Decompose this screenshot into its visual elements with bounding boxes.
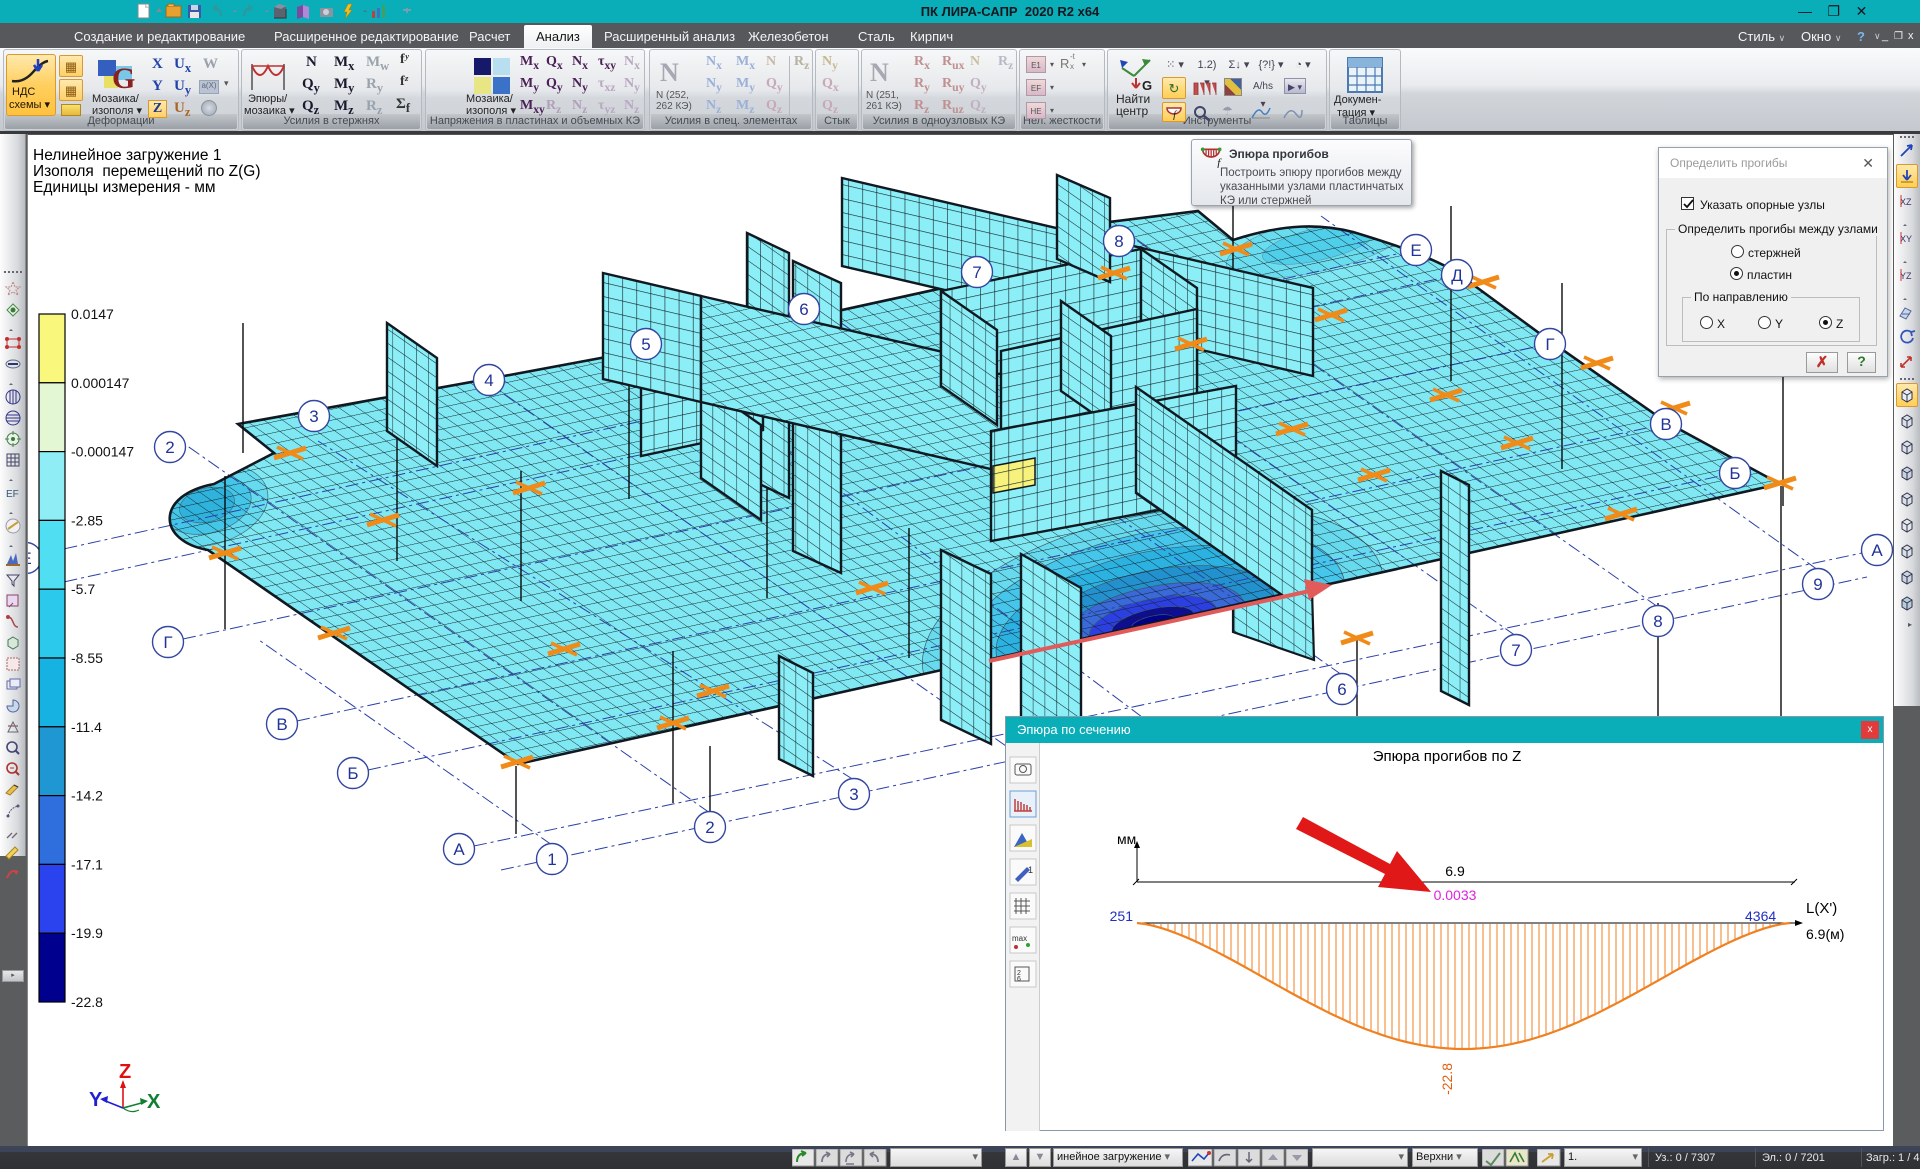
svg-text:4364: 4364 bbox=[1745, 908, 1776, 924]
svg-text:В: В bbox=[276, 715, 287, 734]
svg-text:EF: EF bbox=[6, 489, 19, 500]
svg-text:6.9(м): 6.9(м) bbox=[1806, 926, 1844, 942]
svg-text:7: 7 bbox=[1511, 641, 1520, 660]
svg-text:6: 6 bbox=[1017, 976, 1021, 983]
svg-text:251: 251 bbox=[1110, 908, 1134, 924]
svg-text:Y: Y bbox=[89, 1089, 103, 1111]
svg-text:0.0033: 0.0033 bbox=[1434, 887, 1477, 903]
svg-text:Д: Д bbox=[1451, 266, 1463, 285]
svg-text:-19.9: -19.9 bbox=[71, 925, 103, 941]
svg-text:Б: Б bbox=[347, 764, 358, 783]
svg-text:А: А bbox=[453, 840, 465, 859]
svg-text:G: G bbox=[112, 62, 135, 95]
svg-text:Г: Г bbox=[1545, 335, 1554, 354]
svg-text:1: 1 bbox=[1028, 865, 1033, 875]
svg-text:XY: XY bbox=[1900, 234, 1912, 244]
svg-text:0.0147: 0.0147 bbox=[71, 306, 114, 322]
svg-text:9: 9 bbox=[1813, 575, 1822, 594]
svg-text:Е: Е bbox=[1410, 241, 1421, 260]
svg-text:3: 3 bbox=[849, 785, 858, 804]
svg-text:X: X bbox=[147, 1091, 161, 1113]
svg-text:-2.85: -2.85 bbox=[71, 512, 103, 528]
svg-text:4: 4 bbox=[484, 371, 493, 390]
svg-text:-5.7: -5.7 bbox=[71, 581, 95, 597]
svg-text:YZ: YZ bbox=[1900, 271, 1912, 281]
svg-text:6: 6 bbox=[799, 300, 808, 319]
svg-text:Изополя перемещений по Z(G): Изополя перемещений по Z(G) bbox=[33, 163, 261, 180]
svg-text:-17.1: -17.1 bbox=[71, 856, 103, 872]
svg-text:Б: Б bbox=[1729, 464, 1740, 483]
svg-text:Эпюра прогибов по Z: Эпюра прогибов по Z bbox=[1373, 748, 1522, 765]
svg-text:Нелинейное загружение 1: Нелинейное загружение 1 bbox=[33, 147, 221, 164]
svg-text:-8.55: -8.55 bbox=[71, 650, 103, 666]
svg-text:L(X'): L(X') bbox=[1806, 900, 1837, 917]
svg-text:1: 1 bbox=[547, 850, 556, 869]
svg-text:2: 2 bbox=[705, 818, 714, 837]
svg-text:мм: мм bbox=[1117, 831, 1136, 847]
svg-text:Е: Е bbox=[28, 549, 32, 568]
svg-text:G: G bbox=[1142, 78, 1152, 92]
svg-text:Г: Г bbox=[163, 633, 172, 652]
svg-text:-11.4: -11.4 bbox=[71, 719, 102, 735]
svg-text:-0.000147: -0.000147 bbox=[71, 444, 134, 460]
svg-text:-14.2: -14.2 bbox=[71, 788, 103, 804]
svg-text:f: f bbox=[1217, 155, 1222, 168]
svg-text:2: 2 bbox=[165, 438, 174, 457]
svg-text:7: 7 bbox=[972, 263, 981, 282]
svg-text:В: В bbox=[1660, 415, 1671, 434]
svg-text:Единицы измерения - мм: Единицы измерения - мм bbox=[33, 179, 216, 196]
svg-text:8: 8 bbox=[1114, 232, 1123, 251]
svg-text:5: 5 bbox=[641, 335, 650, 354]
svg-text:3: 3 bbox=[309, 407, 318, 426]
svg-text:Z: Z bbox=[119, 1061, 131, 1083]
svg-text:-22.8: -22.8 bbox=[1439, 1063, 1455, 1095]
svg-text:А: А bbox=[1871, 541, 1883, 560]
svg-text:6: 6 bbox=[1337, 680, 1346, 699]
svg-text:6.9: 6.9 bbox=[1445, 863, 1465, 879]
svg-text:8: 8 bbox=[1653, 612, 1662, 631]
svg-text:-22.8: -22.8 bbox=[71, 994, 103, 1010]
svg-text:max: max bbox=[1012, 934, 1027, 943]
svg-text:XZ: XZ bbox=[1900, 197, 1912, 207]
svg-text:0.000147: 0.000147 bbox=[71, 375, 130, 391]
